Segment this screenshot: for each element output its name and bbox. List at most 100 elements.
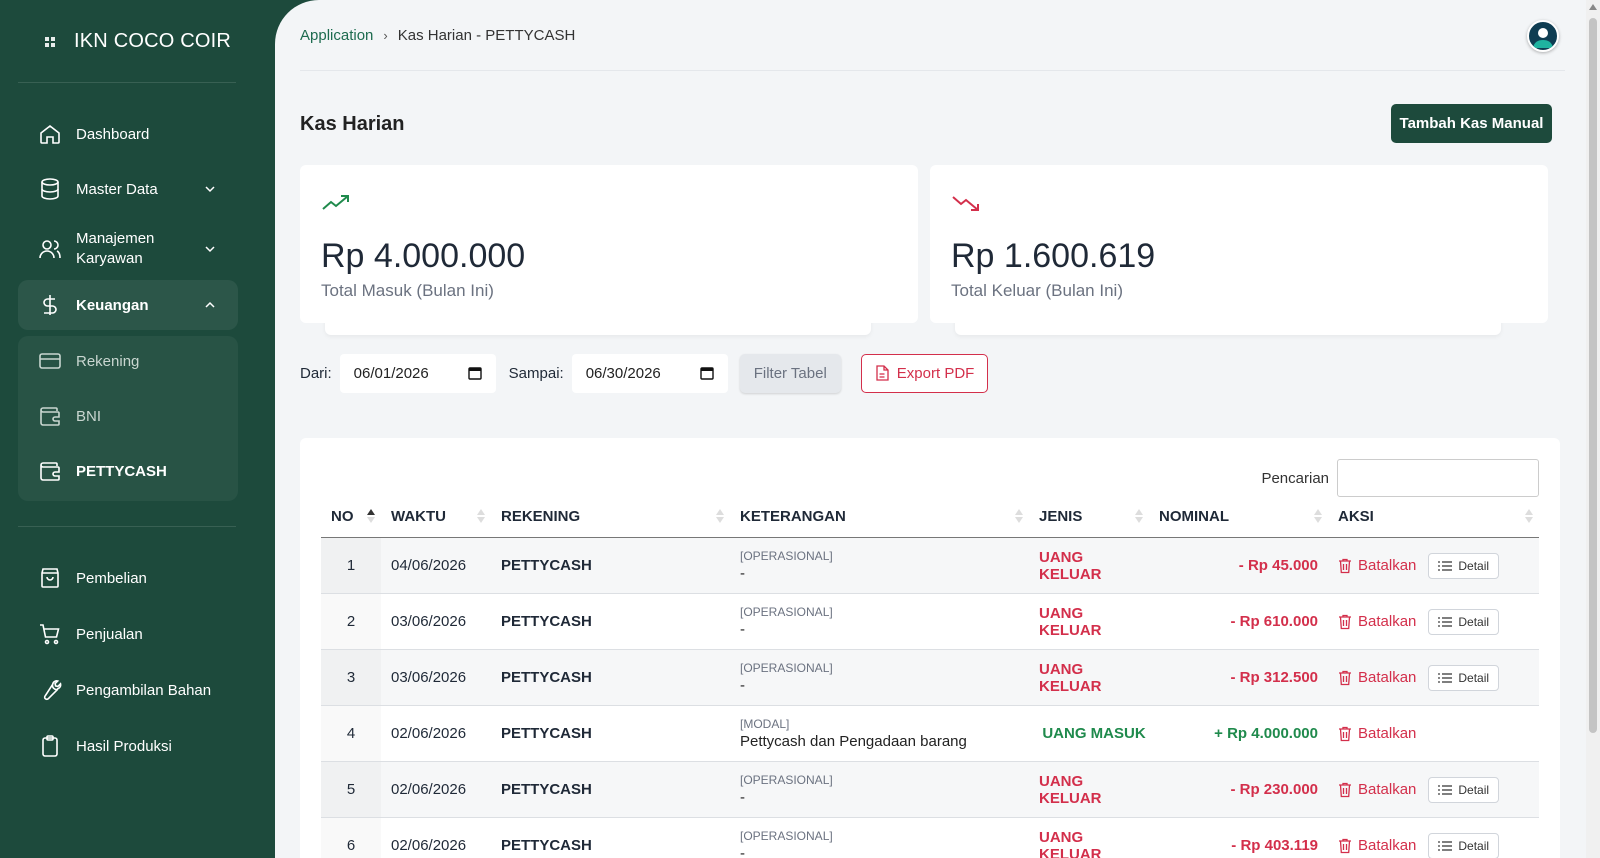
cell-rekening: PETTYCASH [501, 557, 592, 574]
sidebar-item-dashboard[interactable]: Dashboard [18, 120, 238, 148]
shopping-bag-icon [38, 566, 62, 590]
cancel-button[interactable]: Batalkan [1338, 781, 1416, 798]
list-icon [1438, 840, 1453, 851]
cancel-button[interactable]: Batalkan [1338, 669, 1416, 686]
cell-jenis: UANG MASUK [1042, 725, 1146, 742]
column-header-rekening[interactable]: REKENING [491, 496, 730, 537]
chevron-down-icon [205, 246, 215, 253]
to-date-value: 06/30/2026 [585, 364, 661, 382]
breadcrumb-link-application[interactable]: Application [300, 27, 373, 44]
trash-icon [1339, 558, 1351, 573]
detail-label: Detail [1458, 782, 1490, 797]
cancel-button[interactable]: Batalkan [1338, 725, 1416, 742]
cancel-button[interactable]: Batalkan [1338, 837, 1416, 854]
sort-icon [1015, 509, 1023, 523]
sidebar-divider [18, 82, 236, 83]
chevron-right-icon: › [383, 28, 388, 43]
sidebar-subitem-rekening[interactable]: Rekening [38, 347, 139, 375]
keterangan-text: - [740, 565, 745, 582]
column-header-keterangan[interactable]: KETERANGAN [730, 496, 1029, 537]
keterangan-text: - [740, 789, 745, 806]
calendar-icon[interactable] [467, 366, 482, 380]
cell-no: 3 [321, 650, 381, 705]
detail-button[interactable]: Detail [1428, 776, 1500, 803]
column-header-aksi[interactable]: AKSI [1328, 496, 1539, 537]
cancel-label: Batalkan [1358, 669, 1417, 686]
cell-nominal: + Rp 4.000.000 [1214, 725, 1318, 742]
sort-icon [1525, 509, 1533, 523]
database-icon [38, 177, 62, 201]
search-input[interactable] [1337, 459, 1539, 497]
table-search: Pencarian [1261, 459, 1539, 497]
cell-keterangan: [OPERASIONAL] - [730, 538, 1029, 593]
cancel-label: Batalkan [1358, 725, 1417, 742]
sort-asc-icon [367, 509, 375, 523]
cell-aksi: Batalkan Detail [1328, 594, 1539, 649]
file-icon [876, 365, 889, 381]
detail-button[interactable]: Detail [1428, 552, 1500, 579]
sidebar-item-keuangan[interactable]: Keuangan [18, 280, 238, 330]
to-label: Sampai: [508, 364, 564, 382]
sidebar-subitem-bni[interactable]: BNI [38, 402, 101, 430]
calendar-icon[interactable] [700, 366, 714, 380]
brand[interactable]: IKN COCO COIR [40, 30, 231, 53]
sidebar-item-manajemen-karyawan[interactable]: Manajemen Karyawan [18, 228, 238, 270]
main-content: Application › Kas Harian - PETTYCASH Kas… [275, 0, 1600, 858]
export-pdf-label: Export PDF [896, 364, 975, 382]
cell-no: 6 [321, 818, 381, 858]
cell-keterangan: [OPERASIONAL] - [730, 818, 1029, 858]
cancel-button[interactable]: Batalkan [1338, 557, 1416, 574]
chevron-up-icon [205, 301, 215, 308]
cell-jenis: UANG KELUAR [1039, 660, 1102, 695]
cell-nominal: - Rp 403.119 [1231, 837, 1318, 854]
avatar[interactable] [1527, 20, 1559, 52]
scrollbar[interactable] [1586, 0, 1600, 858]
from-date-input[interactable]: 06/01/2026 [339, 353, 496, 393]
keuangan-submenu: Rekening BNI PETTYCASH [18, 336, 238, 501]
sidebar-item-pengambilan-bahan[interactable]: Pengambilan Bahan [18, 676, 238, 704]
scroll-up-arrow-icon[interactable] [1589, 4, 1597, 10]
breadcrumb-current: Kas Harian - PETTYCASH [397, 27, 576, 44]
keterangan-text: - [740, 845, 745, 858]
sidebar-item-penjualan[interactable]: Penjualan [18, 620, 238, 648]
table-row: 5 02/06/2026 PETTYCASH [OPERASIONAL] - UANG K… [321, 762, 1539, 818]
column-header-waktu[interactable]: WAKTU [381, 496, 491, 537]
trash-icon [1339, 838, 1351, 853]
export-pdf-button[interactable]: Export PDF [860, 353, 989, 393]
sidebar-item-master-data[interactable]: Master Data [18, 175, 238, 203]
detail-button[interactable]: Detail [1428, 608, 1500, 635]
column-header-nominal[interactable]: NOMINAL [1149, 496, 1328, 537]
cart-icon [38, 622, 62, 646]
users-icon [38, 237, 62, 261]
keterangan-text: - [740, 677, 745, 694]
sidebar-item-pembelian[interactable]: Pembelian [18, 564, 238, 592]
sidebar-subitem-pettycash[interactable]: PETTYCASH [38, 457, 167, 485]
kas-table: NO WAKTU REKENING KETERANGAN JENIS NOMIN… [321, 496, 1539, 858]
filter-table-button[interactable]: Filter Tabel [739, 353, 841, 393]
list-icon [1438, 672, 1453, 683]
sidebar-item-hasil-produksi[interactable]: Hasil Produksi [18, 732, 238, 760]
column-header-jenis[interactable]: JENIS [1029, 496, 1149, 537]
to-date-input[interactable]: 06/30/2026 [571, 353, 728, 393]
keterangan-category: [OPERASIONAL] [740, 661, 833, 675]
sidebar-divider [18, 526, 236, 527]
cancel-button[interactable]: Batalkan [1338, 613, 1416, 630]
detail-button[interactable]: Detail [1428, 832, 1500, 858]
keterangan-category: [OPERASIONAL] [740, 829, 833, 843]
add-manual-cash-button[interactable]: Tambah Kas Manual [1391, 104, 1552, 143]
trash-icon [1339, 614, 1351, 629]
income-card: Rp 4.000.000 Total Masuk (Bulan Ini) [300, 165, 918, 323]
from-date-value: 06/01/2026 [353, 364, 429, 382]
scroll-thumb[interactable] [1589, 18, 1597, 733]
cell-aksi: Batalkan Detail [1328, 818, 1539, 858]
cell-nominal: - Rp 610.000 [1230, 613, 1318, 630]
sidebar-subitem-label: BNI [76, 407, 102, 425]
table-row: 3 03/06/2026 PETTYCASH [OPERASIONAL] - UANG K… [321, 650, 1539, 706]
sidebar-item-label: Keuangan [76, 296, 149, 314]
table-row: 1 04/06/2026 PETTYCASH [OPERASIONAL] - UANG K… [321, 538, 1539, 594]
cell-rekening: PETTYCASH [501, 781, 592, 798]
column-header-no[interactable]: NO [321, 496, 381, 537]
sidebar: IKN COCO COIR Dashboard Master Data Mana… [0, 0, 275, 858]
detail-label: Detail [1458, 670, 1490, 685]
detail-button[interactable]: Detail [1428, 664, 1500, 691]
